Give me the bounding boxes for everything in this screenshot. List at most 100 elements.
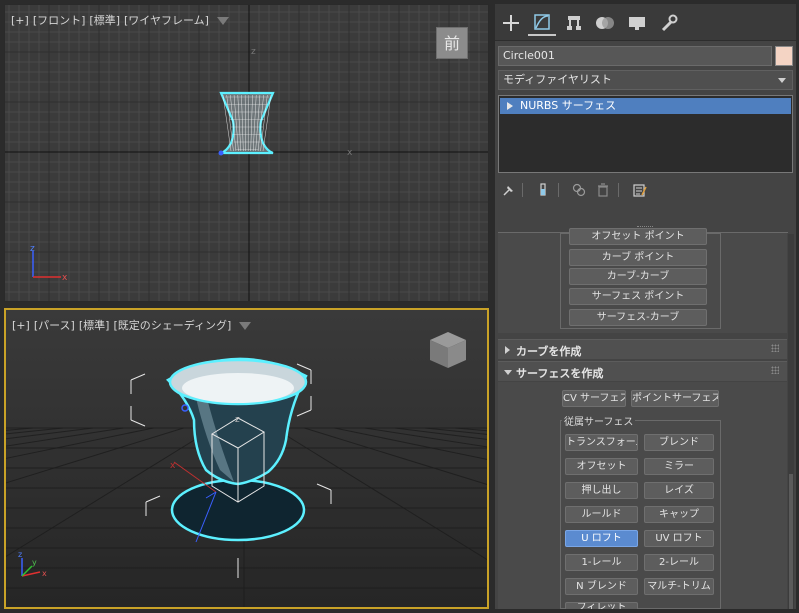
dependent-surface-button[interactable]: 2-レール (644, 554, 714, 571)
bracket-corner (316, 483, 332, 504)
rollout-create-surfaces-body: CV サーフェス ポイントサーフェス 従属サーフェス トランスフォーム ブレンドオ… (498, 382, 787, 609)
app-root: zxzx [+] [フロント] [標準] [ワイヤフレーム] 前 zxzxy [+][… (0, 0, 799, 613)
expand-arrow-icon[interactable] (507, 102, 513, 110)
surface-point-button[interactable]: サーフェス ポイント (569, 288, 707, 305)
viewport-standard-menu[interactable]: [標準] (89, 14, 120, 27)
rollout-create-curves-header[interactable]: カーブを作成 (498, 339, 787, 359)
grid-line (6, 427, 94, 440)
viewport-plus-menu[interactable]: [+] (11, 14, 29, 27)
surface-curve-button[interactable]: サーフェス-カーブ (569, 309, 707, 326)
dependent-surface-button[interactable]: U ロフト (565, 530, 638, 547)
front-viewport-label[interactable]: [+] [フロント] [標準] [ワイヤフレーム] (11, 12, 229, 28)
dependent-surface-button[interactable]: レイズ (644, 482, 714, 499)
tab-utilities[interactable] (655, 10, 683, 36)
chevron-down-icon (778, 78, 786, 83)
viewport-view-menu[interactable]: [フロント] (33, 14, 86, 27)
dependent-surface-button[interactable]: ブレンド (644, 434, 714, 451)
pin-stack-button[interactable] (501, 182, 517, 198)
bracket-corner (130, 373, 146, 394)
stack-item-label: NURBS サーフェス (520, 99, 617, 112)
rollout-create-surfaces-header[interactable]: サーフェスを作成 (498, 361, 787, 381)
front-viewport-grid: z x z x (5, 5, 488, 301)
tab-display[interactable] (623, 10, 651, 36)
drag-handle-icon[interactable] (771, 344, 779, 352)
offset-point-button[interactable]: オフセット ポイント (569, 228, 707, 245)
dependent-surface-button[interactable]: 1-レール (565, 554, 638, 571)
dependent-surface-button[interactable]: マルチ-トリム (644, 578, 714, 595)
gizmo-x-label: x (62, 273, 68, 283)
gizmo-z-label: z (18, 550, 22, 559)
vertex-marker (181, 404, 189, 412)
drag-handle-icon[interactable] (771, 366, 779, 374)
toolbar-separator (522, 183, 523, 197)
show-end-result-button[interactable] (535, 182, 551, 198)
dependent-surface-button[interactable]: N ブレンド (565, 578, 638, 595)
dependent-surface-button[interactable]: 押し出し (565, 482, 638, 499)
command-panel-tabs (495, 4, 796, 41)
gizmo-z-label: z (30, 244, 35, 254)
filter-icon[interactable] (216, 17, 229, 25)
curve-curve-button[interactable]: カーブ-カーブ (569, 268, 707, 285)
modify-icon (534, 14, 550, 30)
viewport-shading-menu[interactable]: [ワイヤフレーム] (124, 14, 209, 27)
stack-item-nurbs-surface[interactable]: NURBS サーフェス (500, 98, 791, 114)
viewport-standard-menu[interactable]: [標準] (79, 319, 110, 332)
filter-icon[interactable] (239, 322, 252, 330)
stack-toolbar (495, 179, 796, 201)
rollout-create-points-partial: オフセット ポイント カーブ ポイント カーブ-カーブ サーフェス ポイント サ… (498, 228, 787, 333)
rollout-title: カーブを作成 (516, 345, 582, 358)
viewport-shading-menu[interactable]: [既定のシェーディング] (113, 319, 231, 332)
front-viewport[interactable]: z x z x [+] [フロント] [標準] [ワイヤフレーム] 前 (4, 4, 489, 302)
tab-motion[interactable] (591, 10, 619, 36)
modifier-stack: NURBS サーフェス (498, 95, 793, 173)
grid-z-label: z (251, 47, 256, 57)
object-color-swatch[interactable] (775, 46, 793, 66)
configure-modifier-sets-button[interactable] (632, 182, 648, 198)
pivot-x-label: x (170, 461, 176, 471)
tab-create[interactable] (497, 10, 525, 36)
tab-hierarchy[interactable] (560, 10, 588, 36)
modifier-list-dropdown[interactable]: モディファイヤリスト (498, 70, 793, 90)
show-end-result-icon (540, 183, 546, 196)
panel-scrollbar-thumb[interactable] (789, 474, 793, 609)
vertex-marker (218, 150, 224, 156)
grid-line (425, 427, 487, 435)
bracket-corner (130, 406, 146, 427)
toolbar-separator (618, 183, 619, 197)
dependent-surface-button[interactable]: UV ロフト (644, 530, 714, 547)
viewcube-front[interactable]: 前 (436, 27, 468, 59)
grid-line (304, 427, 487, 485)
grid-line (485, 427, 487, 429)
grid-x-label: x (347, 148, 353, 158)
dependent-surface-button[interactable]: トランスフォーム (565, 434, 638, 451)
utilities-icon (661, 14, 678, 32)
bracket-corner (296, 396, 312, 417)
grid-line (6, 427, 154, 459)
tab-modify[interactable] (528, 10, 556, 36)
grid-line (364, 427, 487, 448)
expand-arrow-icon (504, 370, 512, 375)
modifier-list-label: モディファイヤリスト (503, 73, 612, 86)
perspective-viewport[interactable]: zxzxy [+] [パース] [標準] [既定のシェーディング] (4, 308, 489, 609)
dependent-surface-button[interactable]: ミラー (644, 458, 714, 475)
viewport-plus-menu[interactable]: [+] (12, 319, 30, 332)
viewport-view-menu[interactable]: [パース] (34, 319, 75, 332)
bracket-corner (145, 495, 161, 516)
curve-point-button[interactable]: カーブ ポイント (569, 249, 707, 266)
dependent-surface-buttons: トランスフォーム ブレンド オフセット ミラー 押し出し レイズ ルールド キャップ U ロフト… (498, 382, 787, 609)
dependent-surface-button[interactable]: オフセット (565, 458, 638, 475)
dependent-surface-button[interactable]: フィレット (565, 602, 638, 609)
perspective-viewport-scene: zxzxy (6, 332, 487, 607)
dependent-surface-button[interactable]: ルールド (565, 506, 638, 523)
grid-line (6, 427, 33, 431)
remove-modifier-button[interactable] (595, 182, 611, 198)
toolbar-separator (558, 183, 559, 197)
grid-line (273, 427, 487, 561)
perspective-viewport-label[interactable]: [+] [パース] [標準] [既定のシェーディング] (12, 317, 252, 333)
grid-line (6, 427, 63, 435)
gizmo-y-label: y (32, 558, 37, 567)
make-unique-button[interactable] (571, 182, 587, 198)
dependent-surface-button[interactable]: キャップ (644, 506, 714, 523)
hierarchy-icon (567, 16, 581, 30)
object-name-field[interactable]: Circle001 (498, 46, 772, 66)
